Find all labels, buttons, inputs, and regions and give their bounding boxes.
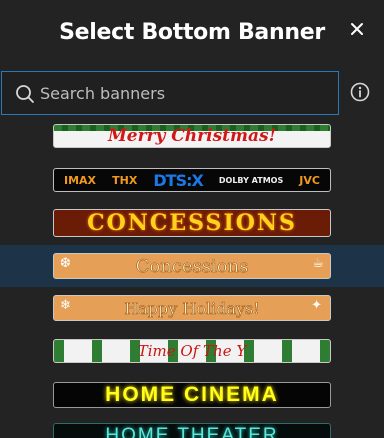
- search-input[interactable]: [40, 72, 330, 114]
- banner-row-home-theater[interactable]: HOME THEATER: [0, 416, 384, 438]
- banner-list: Merry Christmas! IMAX THX DTS:X DOLBY AT…: [0, 118, 384, 438]
- banner-concessions-orange: ❆ Concessions ☕: [53, 253, 331, 279]
- dtsx-logo: DTS:X: [153, 170, 203, 190]
- banner-row-time-of-the-year[interactable]: Time Of The Y: [0, 329, 384, 371]
- banner-row-imax-thx[interactable]: IMAX THX DTS:X DOLBY ATMOS JVC: [0, 160, 384, 202]
- info-icon[interactable]: [350, 82, 370, 102]
- thx-logo: THX: [112, 173, 138, 187]
- banner-row-concessions-orange[interactable]: ❆ Concessions ☕: [0, 245, 384, 287]
- banner-home-theater: HOME THEATER: [53, 423, 331, 438]
- search-row: [0, 70, 384, 116]
- banner-row-merry-christmas[interactable]: Merry Christmas!: [0, 118, 384, 160]
- imax-logo: IMAX: [64, 173, 97, 187]
- banner-row-home-cinema[interactable]: HOME CINEMA: [0, 372, 384, 414]
- banner-row-concessions-marquee[interactable]: CONCESSIONS: [0, 203, 384, 245]
- mug-icon: ☕: [312, 256, 324, 271]
- banner-label: HOME THEATER: [105, 425, 279, 438]
- jvc-logo: JVC: [299, 173, 320, 187]
- dialog-title: Select Bottom Banner: [59, 20, 325, 45]
- banner-happy-holidays: ❄ Happy Holidays! ✦: [53, 295, 331, 321]
- banner-label: Time Of The Y: [137, 342, 247, 360]
- close-icon[interactable]: [348, 20, 366, 38]
- dialog-header: Select Bottom Banner: [0, 0, 384, 70]
- banner-merry-christmas: Merry Christmas!: [53, 124, 331, 148]
- banner-imax-thx: IMAX THX DTS:X DOLBY ATMOS JVC: [53, 168, 331, 192]
- banner-time-of-the-year: Time Of The Y: [53, 339, 331, 363]
- search-icon: [16, 85, 34, 103]
- banner-label: Merry Christmas!: [107, 126, 277, 146]
- banner-picker-dialog: Select Bottom Banner Merry Christmas!: [0, 0, 384, 438]
- banner-row-happy-holidays[interactable]: ❄ Happy Holidays! ✦: [0, 287, 384, 329]
- banner-label: Happy Holidays!: [124, 298, 260, 318]
- search-box[interactable]: [1, 71, 339, 115]
- banner-concessions-marquee: CONCESSIONS: [53, 209, 331, 237]
- logo-strip: IMAX THX DTS:X DOLBY ATMOS JVC: [54, 169, 330, 191]
- reindeer-icon: ✦: [311, 298, 322, 313]
- banner-label: CONCESSIONS: [87, 210, 297, 236]
- banner-label: HOME CINEMA: [105, 383, 279, 406]
- dolby-atmos-logo: DOLBY ATMOS: [218, 175, 284, 185]
- banner-label: Concessions: [135, 255, 249, 277]
- banner-home-cinema: HOME CINEMA: [53, 382, 331, 408]
